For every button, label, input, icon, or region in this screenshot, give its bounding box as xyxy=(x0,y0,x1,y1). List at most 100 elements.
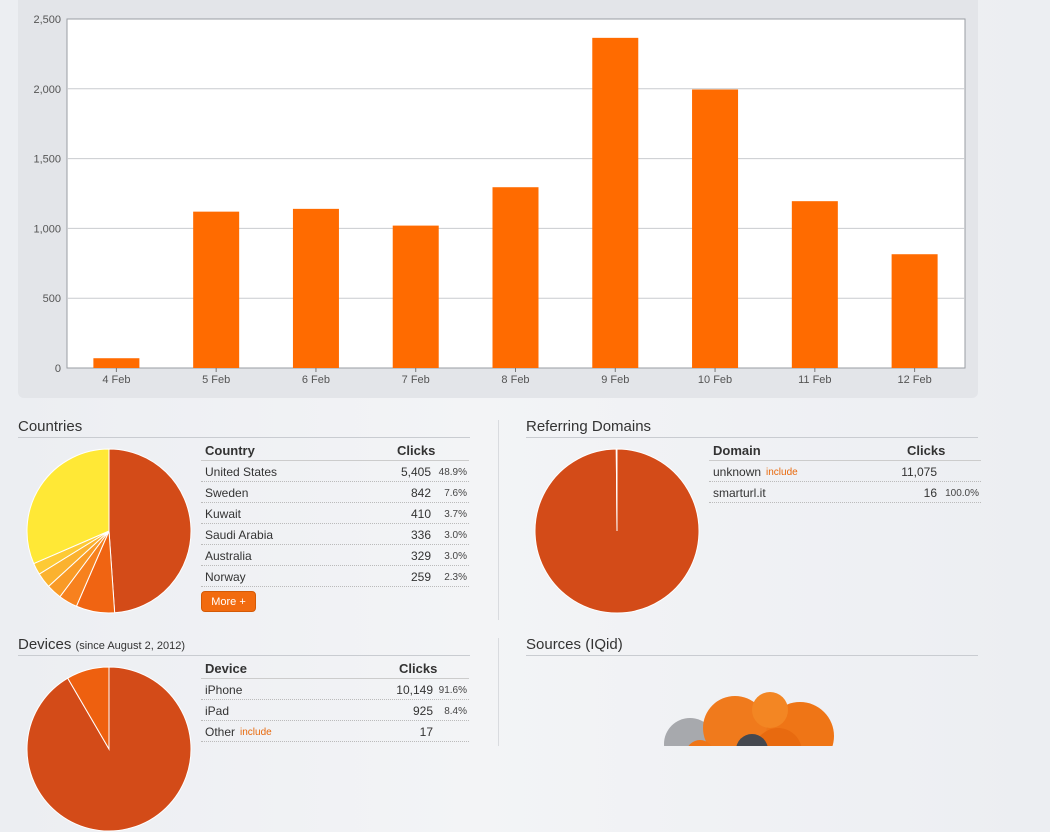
y-tick-label: 2,000 xyxy=(33,84,61,96)
x-tick-label: 6 Feb xyxy=(302,374,330,386)
sources-title-rule xyxy=(526,655,978,656)
x-tick-label: 12 Feb xyxy=(897,374,931,386)
bar-10-feb xyxy=(692,89,739,369)
clicks-column-header: Clicks xyxy=(397,443,436,458)
referring-row[interactable]: unknown include 11,075 xyxy=(709,461,981,482)
referring-domains-title: Referring Domains xyxy=(526,418,652,435)
devices-table-header: Device Clicks xyxy=(201,657,469,679)
bar-8-feb xyxy=(492,187,539,368)
devices-row-name: iPhone xyxy=(205,683,243,697)
devices-row-clicks: 925 xyxy=(412,704,433,718)
referring-row-percent: 100.0% xyxy=(945,488,979,499)
referring-row-name: unknown xyxy=(713,465,762,479)
referring-clicks-column-header: Clicks xyxy=(907,443,946,458)
sources-bubble-orange-3 xyxy=(752,692,788,728)
sources-title: Sources (IQid) xyxy=(526,636,623,653)
y-tick-label: 500 xyxy=(43,293,61,305)
countries-row[interactable]: United States 5,405 48.9% xyxy=(201,461,469,482)
referring-table-header: Domain Clicks xyxy=(709,439,981,461)
countries-row[interactable]: Saudi Arabia 336 3.0% xyxy=(201,524,469,545)
devices-row-name: iPad xyxy=(205,704,230,718)
x-tick-label: 7 Feb xyxy=(402,374,430,386)
countries-pie-slice xyxy=(108,448,192,614)
devices-table: Device Clicks iPhone 10,149 91.6% iPad 925 8.… xyxy=(201,657,469,746)
devices-title-text: Devices xyxy=(18,636,72,653)
countries-row-percent: 3.0% xyxy=(444,530,467,541)
devices-row-percent: 8.4% xyxy=(444,706,467,717)
sources-bubble-chart xyxy=(664,692,834,746)
device-clicks-column-header: Clicks xyxy=(399,661,438,676)
countries-table: Country Clicks United States 5,405 48.9% Sw… xyxy=(201,439,469,589)
countries-row-percent: 3.7% xyxy=(444,509,467,520)
column-divider-lower xyxy=(498,638,499,746)
bar-7-feb xyxy=(392,225,439,368)
y-tick-label: 0 xyxy=(55,363,61,375)
x-tick-label: 10 Feb xyxy=(698,374,732,386)
countries-row-clicks: 410 xyxy=(410,507,431,521)
x-tick-label: 8 Feb xyxy=(501,374,529,386)
countries-table-header: Country Clicks xyxy=(201,439,469,461)
more-countries-button[interactable]: More + xyxy=(201,591,256,612)
countries-row-name: Kuwait xyxy=(205,507,242,521)
bar-9-feb xyxy=(592,37,639,368)
devices-row-include-link[interactable]: include xyxy=(240,727,272,738)
x-tick-label: 9 Feb xyxy=(601,374,629,386)
x-tick-label: 11 Feb xyxy=(798,374,831,386)
country-column-header: Country xyxy=(205,443,255,458)
x-tick-label: 4 Feb xyxy=(102,374,130,386)
referring-row-include-link[interactable]: include xyxy=(766,467,798,478)
countries-row-percent: 7.6% xyxy=(444,488,467,499)
countries-row[interactable]: Sweden 842 7.6% xyxy=(201,482,469,503)
devices-row-clicks: 17 xyxy=(419,725,433,739)
countries-row-name: Norway xyxy=(205,570,246,584)
referring-row-clicks: 16 xyxy=(923,486,937,500)
devices-row-name: Other xyxy=(205,725,236,739)
countries-row-clicks: 329 xyxy=(410,549,431,563)
countries-pie-chart xyxy=(26,448,192,614)
countries-row-name: Sweden xyxy=(205,486,249,500)
referring-row-name: smarturl.it xyxy=(713,486,766,500)
countries-row-clicks: 336 xyxy=(410,528,431,542)
referring-title-rule xyxy=(526,437,978,438)
devices-row[interactable]: Other include 17 xyxy=(201,721,469,742)
countries-title: Countries xyxy=(18,418,83,435)
devices-subtitle: (since August 2, 2012) xyxy=(75,640,185,652)
referring-table: Domain Clicks unknown include 11,075 smartu… xyxy=(709,439,981,503)
countries-row-percent: 48.9% xyxy=(438,467,467,478)
referring-pie-chart xyxy=(534,448,700,614)
bar-11-feb xyxy=(791,201,838,368)
countries-row-percent: 2.3% xyxy=(444,572,467,583)
devices-row[interactable]: iPad 925 8.4% xyxy=(201,700,469,721)
devices-row-percent: 91.6% xyxy=(438,685,467,696)
countries-row[interactable]: Australia 329 3.0% xyxy=(201,545,469,566)
clicks-chart-panel: 0 500 1,000 1,500 2,000 2,500 4 Feb 5 Feb 6 Feb 7… xyxy=(18,0,978,398)
y-tick-label: 2,500 xyxy=(33,14,61,26)
devices-pie-chart xyxy=(26,666,192,832)
referring-row-clicks: 11,075 xyxy=(901,465,937,479)
bar-12-feb xyxy=(891,254,938,368)
countries-row-name: Australia xyxy=(205,549,252,563)
countries-row-name: United States xyxy=(205,465,278,479)
countries-row-name: Saudi Arabia xyxy=(205,528,274,542)
domain-column-header: Domain xyxy=(713,443,761,458)
countries-row[interactable]: Norway 259 2.3% xyxy=(201,566,469,587)
devices-title-rule xyxy=(18,655,470,656)
countries-row[interactable]: Kuwait 410 3.7% xyxy=(201,503,469,524)
countries-row-percent: 3.0% xyxy=(444,551,467,562)
bar-5-feb xyxy=(193,211,240,368)
countries-row-clicks: 842 xyxy=(410,486,431,500)
countries-row-clicks: 259 xyxy=(410,570,431,584)
y-tick-label: 1,500 xyxy=(33,154,61,166)
bar-4-feb xyxy=(93,358,140,368)
bar-6-feb xyxy=(292,208,339,368)
devices-title: Devices (since August 2, 2012) xyxy=(18,636,185,653)
device-column-header: Device xyxy=(205,661,247,676)
referring-row[interactable]: smarturl.it 16 100.0% xyxy=(709,482,981,503)
y-tick-label: 1,000 xyxy=(33,223,61,235)
column-divider xyxy=(498,420,499,620)
x-tick-label: 5 Feb xyxy=(202,374,230,386)
devices-row[interactable]: iPhone 10,149 91.6% xyxy=(201,679,469,700)
devices-row-clicks: 10,149 xyxy=(396,683,433,697)
countries-row-clicks: 5,405 xyxy=(400,465,431,479)
countries-title-rule xyxy=(18,437,470,438)
